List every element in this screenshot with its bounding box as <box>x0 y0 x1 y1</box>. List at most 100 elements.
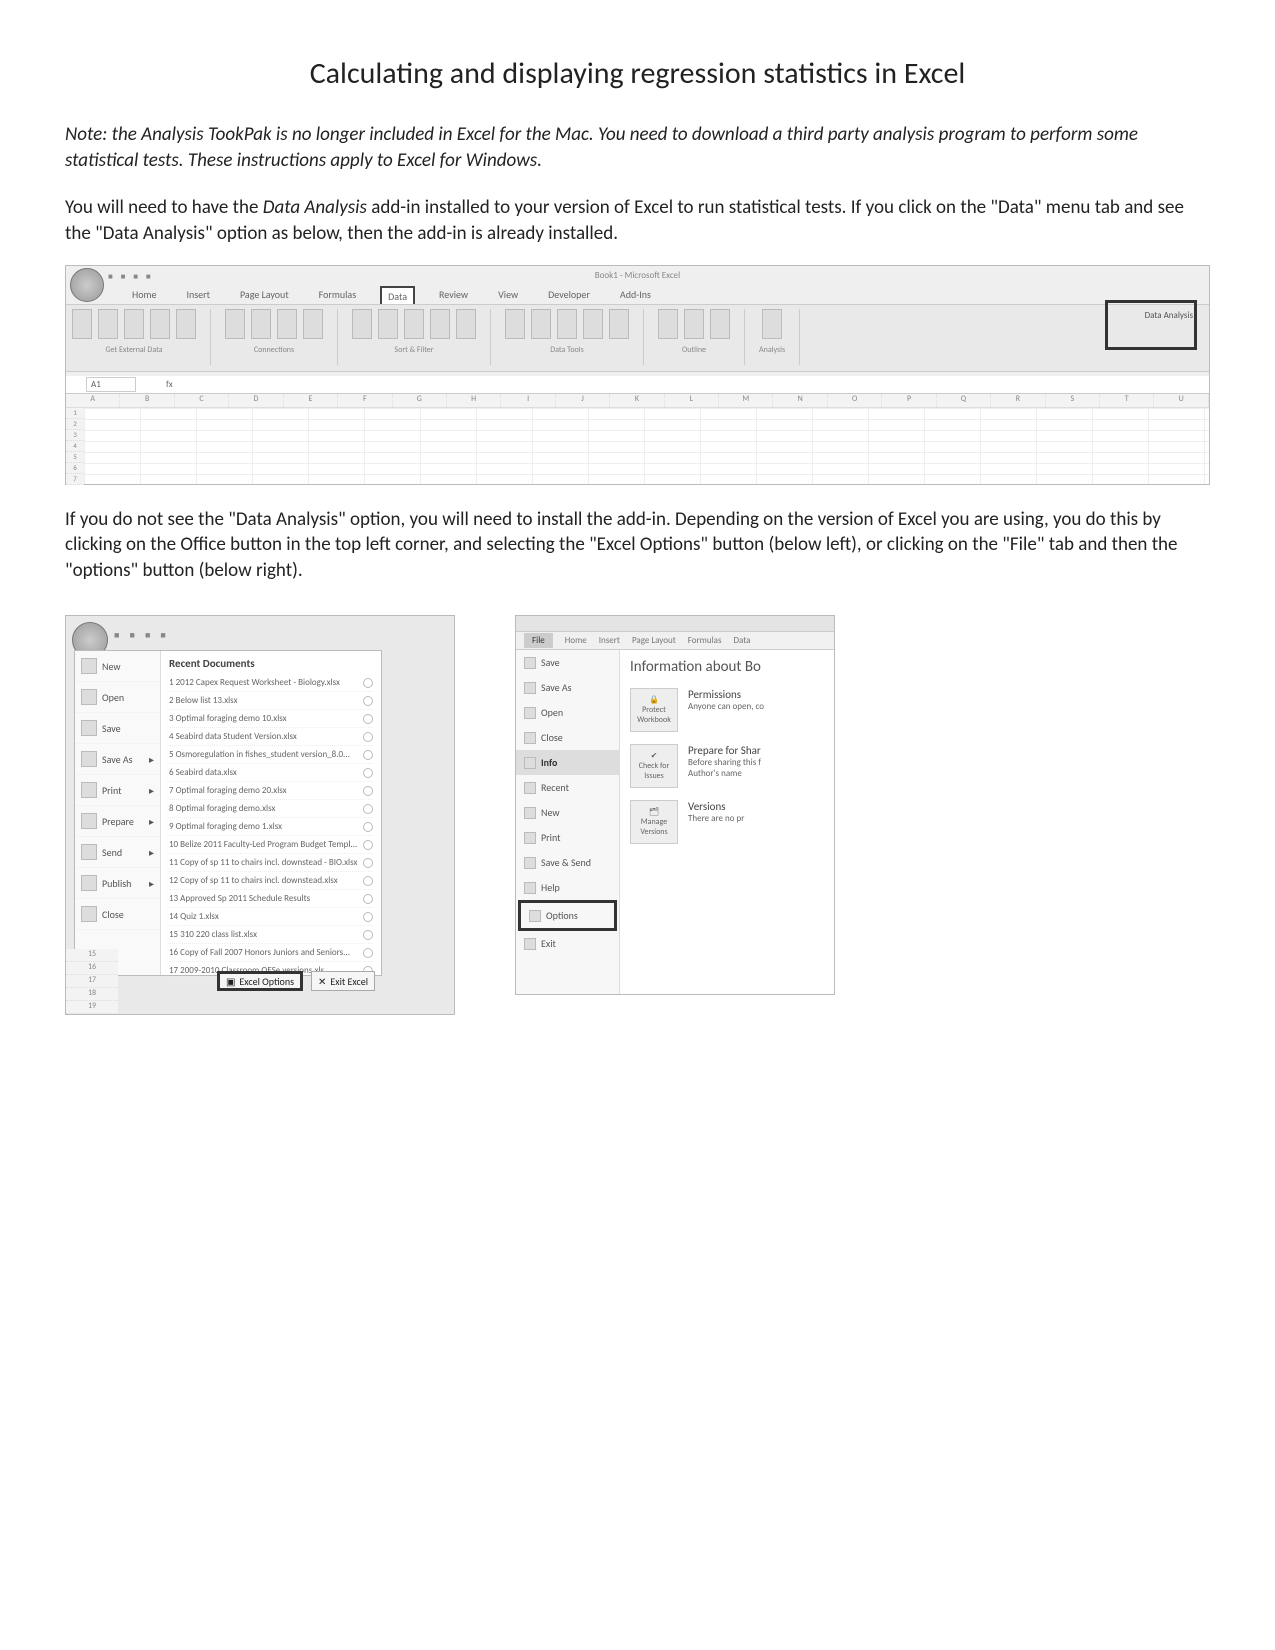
col-header[interactable]: E <box>284 394 338 407</box>
ribbon-ungroup-icon[interactable] <box>684 309 704 339</box>
col-header[interactable]: O <box>828 394 882 407</box>
backstage-exit[interactable]: Exit <box>516 931 619 956</box>
backstage-open[interactable]: Open <box>516 700 619 725</box>
col-header[interactable]: I <box>501 394 555 407</box>
pin-icon[interactable] <box>363 786 373 796</box>
exit-excel-button[interactable]: ✕ Exit Excel <box>311 971 375 991</box>
pin-icon[interactable] <box>363 714 373 724</box>
pin-icon[interactable] <box>363 930 373 940</box>
ribbon-tab-formulas[interactable]: Formulas <box>688 635 722 646</box>
office-menu-new[interactable]: New <box>75 651 160 682</box>
col-header[interactable]: T <box>1100 394 1154 407</box>
backstage-save-as[interactable]: Save As <box>516 675 619 700</box>
manage-versions-button[interactable]: 🗂 Manage Versions <box>630 800 678 844</box>
ribbon-consolidate-icon[interactable] <box>583 309 603 339</box>
recent-document-item[interactable]: 4 Seabird data Student Version.xlsx <box>169 728 373 746</box>
recent-document-item[interactable]: 3 Optimal foraging demo 10.xlsx <box>169 710 373 728</box>
col-header[interactable]: S <box>1046 394 1100 407</box>
ribbon-filter-icon[interactable] <box>378 309 398 339</box>
col-header[interactable]: A <box>66 394 120 407</box>
backstage-recent[interactable]: Recent <box>516 775 619 800</box>
ribbon-refresh-all-icon[interactable] <box>225 309 245 339</box>
pin-icon[interactable] <box>363 822 373 832</box>
ribbon-advanced-icon[interactable] <box>456 309 476 339</box>
ribbon-data-analysis-icon[interactable] <box>762 309 782 339</box>
row-header[interactable]: 6 <box>66 463 84 474</box>
ribbon-from-web-icon[interactable] <box>98 309 118 339</box>
backstage-save-send[interactable]: Save & Send <box>516 850 619 875</box>
office-menu-save-as[interactable]: Save As▸ <box>75 744 160 775</box>
office-menu-close[interactable]: Close <box>75 899 160 930</box>
ribbon-text-to-columns-icon[interactable] <box>505 309 525 339</box>
pin-icon[interactable] <box>363 804 373 814</box>
col-header[interactable]: H <box>447 394 501 407</box>
col-header[interactable]: B <box>120 394 174 407</box>
ribbon-data-validation-icon[interactable] <box>557 309 577 339</box>
office-menu-open[interactable]: Open <box>75 682 160 713</box>
col-header[interactable]: P <box>882 394 936 407</box>
pin-icon[interactable] <box>363 948 373 958</box>
ribbon-remove-duplicates-icon[interactable] <box>531 309 551 339</box>
col-header[interactable]: R <box>991 394 1045 407</box>
office-button-icon[interactable] <box>70 268 104 302</box>
ribbon-edit-links-icon[interactable] <box>303 309 323 339</box>
pin-icon[interactable] <box>363 768 373 778</box>
pin-icon[interactable] <box>363 840 373 850</box>
recent-document-item[interactable]: 7 Optimal foraging demo 20.xlsx <box>169 782 373 800</box>
ribbon-from-other-sources-icon[interactable] <box>150 309 170 339</box>
ribbon-existing-connections-icon[interactable] <box>176 309 196 339</box>
ribbon-reapply-icon[interactable] <box>430 309 450 339</box>
excel-options-button[interactable]: ▣ Excel Options <box>217 971 303 991</box>
ribbon-tab-data[interactable]: Data <box>733 635 750 646</box>
recent-document-item[interactable]: 10 Belize 2011 Faculty-Led Program Budge… <box>169 836 373 854</box>
backstage-help[interactable]: Help <box>516 875 619 900</box>
recent-document-item[interactable]: 6 Seabird data.xlsx <box>169 764 373 782</box>
name-box[interactable]: A1 <box>86 377 136 392</box>
ribbon-subtotal-icon[interactable] <box>710 309 730 339</box>
backstage-options[interactable]: Options <box>518 900 617 931</box>
check-issues-button[interactable]: ✔ Check for Issues <box>630 744 678 788</box>
backstage-save[interactable]: Save <box>516 650 619 675</box>
office-menu-send[interactable]: Send▸ <box>75 837 160 868</box>
pin-icon[interactable] <box>363 732 373 742</box>
recent-document-item[interactable]: 9 Optimal foraging demo 1.xlsx <box>169 818 373 836</box>
ribbon-properties-icon[interactable] <box>277 309 297 339</box>
backstage-close[interactable]: Close <box>516 725 619 750</box>
col-header[interactable]: C <box>175 394 229 407</box>
ribbon-group-icon[interactable] <box>658 309 678 339</box>
col-header[interactable]: J <box>556 394 610 407</box>
row-header[interactable]: 3 <box>66 430 84 441</box>
ribbon-connections-icon[interactable] <box>251 309 271 339</box>
pin-icon[interactable] <box>363 894 373 904</box>
office-menu-publish[interactable]: Publish▸ <box>75 868 160 899</box>
ribbon-tab-file[interactable]: File <box>524 633 553 648</box>
pin-icon[interactable] <box>363 750 373 760</box>
pin-icon[interactable] <box>363 912 373 922</box>
fx-icon[interactable]: fx <box>166 379 173 390</box>
row-header[interactable]: 1 <box>66 408 84 419</box>
col-header[interactable]: L <box>665 394 719 407</box>
recent-document-item[interactable]: 1 2012 Capex Request Worksheet - Biology… <box>169 674 373 692</box>
ribbon-sort-icon[interactable] <box>352 309 372 339</box>
office-menu-print[interactable]: Print▸ <box>75 775 160 806</box>
quick-access-toolbar[interactable]: ■ ■ ■ ■ <box>108 272 154 282</box>
ribbon-clear-icon[interactable] <box>404 309 424 339</box>
backstage-new[interactable]: New <box>516 800 619 825</box>
backstage-print[interactable]: Print <box>516 825 619 850</box>
ribbon-what-if-analysis-icon[interactable] <box>609 309 629 339</box>
office-menu-save[interactable]: Save <box>75 713 160 744</box>
recent-document-item[interactable]: 2 Below list 13.xlsx <box>169 692 373 710</box>
recent-document-item[interactable]: 12 Copy of sp 11 to chairs incl. downste… <box>169 872 373 890</box>
col-header[interactable]: K <box>610 394 664 407</box>
ribbon-tab-insert[interactable]: Insert <box>599 635 620 646</box>
row-header[interactable]: 5 <box>66 452 84 463</box>
row-header[interactable]: 2 <box>66 419 84 430</box>
office-menu-prepare[interactable]: Prepare▸ <box>75 806 160 837</box>
pin-icon[interactable] <box>363 876 373 886</box>
row-header[interactable]: 4 <box>66 441 84 452</box>
recent-document-item[interactable]: 5 Osmoregulation in fishes_student versi… <box>169 746 373 764</box>
data-analysis-button[interactable]: Data Analysis <box>1145 310 1193 321</box>
pin-icon[interactable] <box>363 858 373 868</box>
col-header[interactable]: M <box>719 394 773 407</box>
spreadsheet-grid[interactable] <box>84 408 1209 484</box>
